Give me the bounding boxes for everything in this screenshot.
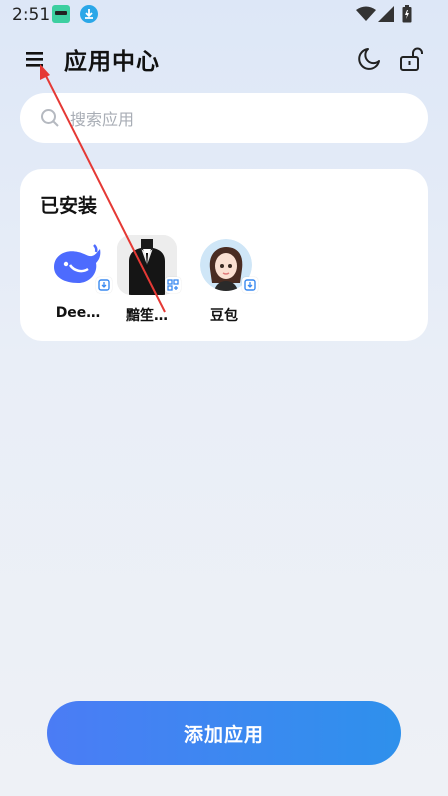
battery-icon [402,5,412,23]
search-input[interactable] [68,93,412,145]
app-label: 豆包 [210,308,238,324]
app-item-doubao[interactable]: 豆包 [192,235,258,329]
app-label: Dee… [55,305,101,321]
app-item-anshen[interactable]: 黯笙… [115,235,181,329]
installed-apps-card: 已安装 Dee… 黯笙… 豆包 [20,169,428,341]
installed-section-title: 已安装 [40,195,98,217]
menu-icon[interactable] [24,48,46,70]
search-icon [41,109,59,127]
app-label: 黯笙… [126,308,168,324]
clone-badge-icon [165,277,181,293]
moon-icon[interactable] [356,46,382,72]
signal-icon [378,6,394,22]
status-time: 2:51 [12,5,51,25]
add-app-button[interactable]: 添加应用 [47,701,401,765]
page-title: 应用中心 [64,49,160,75]
status-bar: 2:51 [0,0,448,30]
install-badge-icon [96,277,112,293]
wifi-icon [356,6,376,21]
search-bar[interactable] [20,93,428,145]
app-notification-icon [52,5,70,23]
header: 应用中心 [0,38,448,82]
app-item-deepseek[interactable]: Dee… [46,235,112,329]
install-badge-icon [242,277,258,293]
unlock-icon[interactable] [398,46,424,72]
download-icon [80,5,98,23]
